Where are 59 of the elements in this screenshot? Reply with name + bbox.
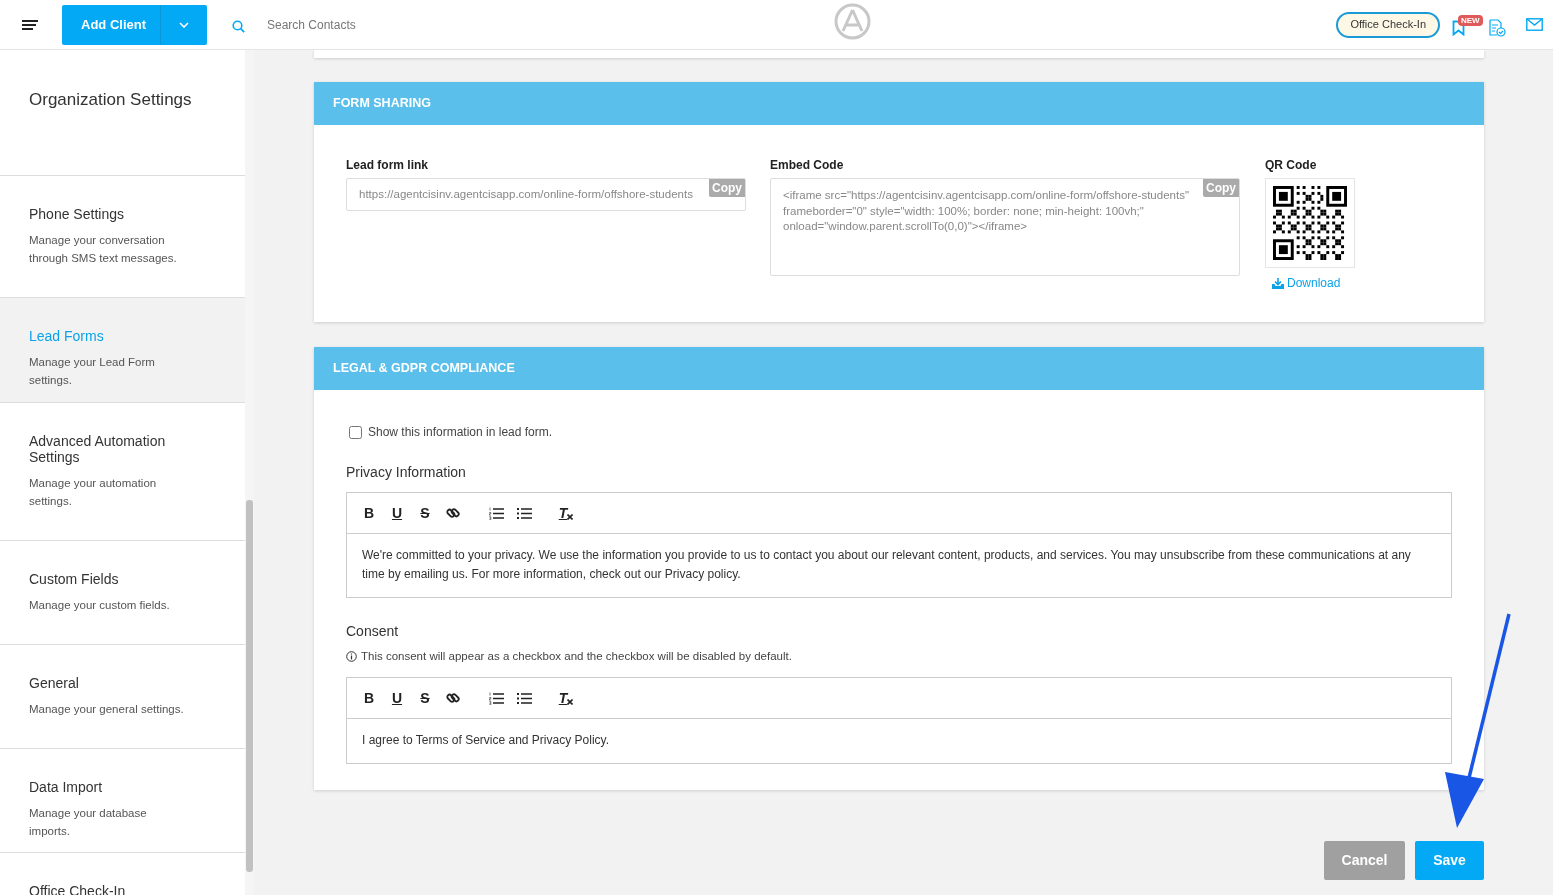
logo-icon <box>834 3 871 40</box>
sidebar-item[interactable]: Lead Forms Manage your Lead Form settings. <box>0 298 245 403</box>
checkbox-label: Show this information in lead form. <box>368 424 553 441</box>
mail-icon[interactable] <box>1526 18 1543 31</box>
rich-text-editor[interactable] <box>346 492 1452 598</box>
bullet-list-icon <box>516 506 532 520</box>
item-title: Custom Fields <box>29 571 120 587</box>
underline-button[interactable]: U <box>390 688 404 709</box>
numbered-list-icon <box>488 506 504 520</box>
clear-format-button[interactable]: T <box>558 503 574 523</box>
editor-text: I agree to Terms of Service and Privacy Policy. <box>361 732 610 750</box>
card-header: FORM SHARING <box>314 82 1484 125</box>
item-title: Advanced Automation Settings <box>29 433 167 465</box>
card-header: LEGAL & GDPR COMPLIANCE <box>314 347 1484 390</box>
link-icon <box>446 691 460 706</box>
bullet-list-icon <box>516 691 532 705</box>
item-description: Manage your general settings. <box>29 702 185 717</box>
underline-button[interactable]: U <box>390 503 404 523</box>
download-icon <box>1272 277 1284 289</box>
rich-text-editor[interactable]: B U S T I agree to Terms of Service and Privacy Policy. <box>346 677 1452 765</box>
field-label: Lead form link <box>346 158 429 172</box>
section-label: Consent <box>346 622 400 641</box>
link-icon <box>446 506 460 520</box>
remove-icon <box>567 514 574 520</box>
chevron-down-icon <box>179 21 189 28</box>
item-title: Lead Forms <box>29 328 105 344</box>
menu-icon[interactable] <box>22 18 38 31</box>
item-description: Manage your custom fields. <box>29 598 171 613</box>
item-description: Manage your conversation through SMS text messages. <box>29 233 178 266</box>
editor-text: We're committed to your privacy. We use the information you provide to us to contact you about our relevant content, products, and services. You may unsubscribe from these communications at any time by emailing us. For more information, check out our Privacy policy. <box>361 547 1412 583</box>
item-description: Manage your automation settings. <box>29 476 158 509</box>
item-description: Manage your database imports. <box>29 806 148 839</box>
document-check-icon[interactable] <box>1488 18 1506 37</box>
scrollbar-thumb[interactable] <box>246 500 253 872</box>
item-title: Data Import <box>29 779 104 795</box>
bold-button[interactable]: B <box>362 503 376 523</box>
strike-button[interactable]: S <box>418 688 432 709</box>
section-label: Privacy Information <box>346 463 467 482</box>
item-title: General <box>29 675 80 691</box>
show-info-checkbox[interactable] <box>349 425 362 439</box>
item-description: Manage your Lead Form settings. <box>29 355 156 388</box>
search-icon[interactable] <box>232 20 245 33</box>
link-field[interactable]: https://agentcisinv.agentcisapp.com/online-form/offshore-students Copy <box>346 178 746 211</box>
strike-button[interactable]: S <box>418 503 432 523</box>
field-label: QR Code <box>1265 158 1318 172</box>
sidebar-title: Organization Settings <box>29 89 193 111</box>
new-badge: NEW <box>1458 14 1483 26</box>
office-check-in-button[interactable]: Office Check-In <box>1336 11 1440 38</box>
numbered-list-icon <box>488 691 504 705</box>
item-title: Phone Settings <box>29 206 125 222</box>
embed-code-field[interactable]: <iframe src="https://agentcisinv.agentcisapp.com/online-form/offshore-students" frameborder="0" style="width: 100%; border: none; min-height: 100vh;" onload="window.parent.scrollTo(0,0)"></iframe> Copy <box>770 178 1240 276</box>
search-field[interactable]: Search Contacts <box>267 15 567 34</box>
field-label: Embed Code <box>770 158 845 172</box>
info-icon <box>346 651 357 663</box>
consent-note: This consent will appear as a checkbox and the checkbox will be disabled by default. <box>361 649 792 664</box>
bold-button[interactable]: B <box>362 688 376 709</box>
remove-icon <box>567 699 574 706</box>
dropdown-button[interactable] <box>160 4 207 45</box>
clear-format-button[interactable]: T <box>558 688 574 709</box>
